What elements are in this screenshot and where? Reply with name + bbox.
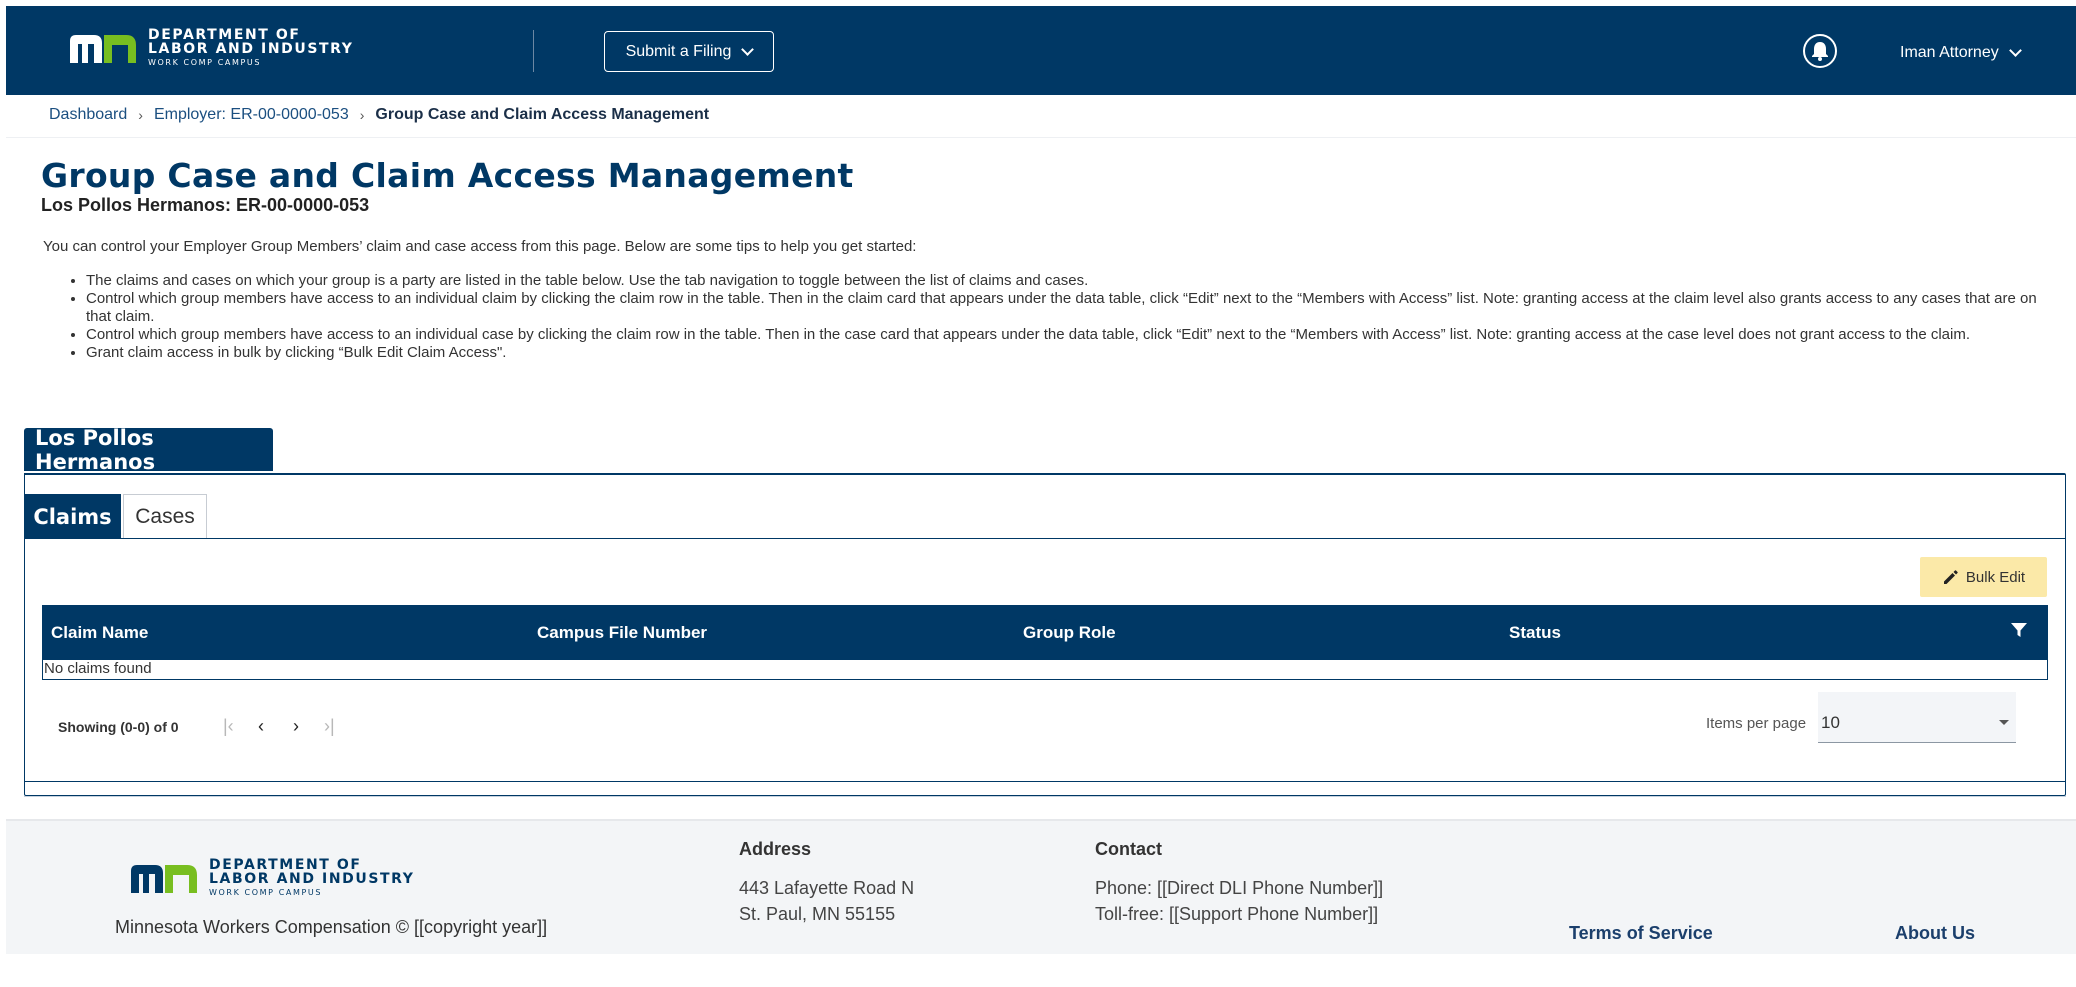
- last-page-icon[interactable]: ›|: [324, 716, 335, 737]
- items-per-page-select[interactable]: 10: [1818, 692, 2016, 743]
- logo-line-1: DEPARTMENT OF: [148, 27, 301, 43]
- submit-filing-dropdown[interactable]: Submit a Filing: [604, 31, 774, 72]
- breadcrumb-dashboard[interactable]: Dashboard: [49, 106, 127, 124]
- mn-logo-icon: [70, 34, 136, 63]
- user-name: Iman Attorney: [1900, 44, 1999, 61]
- breadcrumb-employer[interactable]: Employer: ER-00-0000-053: [154, 106, 349, 124]
- copyright-text: Minnesota Workers Compensation © [[copyr…: [115, 917, 548, 937]
- chevron-down-icon: [2008, 44, 2022, 57]
- footer-logo-line-3: WORK COMP CAMPUS: [209, 888, 323, 897]
- notifications-bell-icon[interactable]: [1803, 34, 1837, 68]
- footer-logo-line-1: DEPARTMENT OF: [209, 857, 362, 873]
- filter-icon[interactable]: [2009, 620, 2029, 640]
- tab-claims[interactable]: Claims: [24, 494, 121, 539]
- pagination-summary: Showing (0-0) of 0: [58, 719, 179, 735]
- breadcrumb-divider: [6, 137, 2076, 138]
- header-divider: [533, 30, 534, 72]
- column-header-campus-file-number[interactable]: Campus File Number: [537, 623, 707, 643]
- next-page-icon[interactable]: ›: [293, 716, 299, 737]
- tip-item: Control which group members have access …: [86, 290, 2041, 326]
- breadcrumb: Dashboard › Employer: ER-00-0000-053 › G…: [49, 106, 709, 124]
- logo-line-2: LABOR AND INDUSTRY: [148, 41, 354, 57]
- intro-text: You can control your Employer Group Memb…: [43, 238, 917, 255]
- top-navigation-bar: DEPARTMENT OF LABOR AND INDUSTRY WORK CO…: [6, 6, 2076, 95]
- previous-page-icon[interactable]: ‹: [258, 716, 264, 737]
- column-header-status[interactable]: Status: [1509, 623, 1561, 643]
- group-name-tab: Los Pollos Hermanos: [24, 426, 273, 474]
- footer-logo-line-2: LABOR AND INDUSTRY: [209, 871, 415, 887]
- about-us-link[interactable]: About Us: [1895, 923, 1975, 944]
- contact-heading: Contact: [1095, 839, 1162, 859]
- submit-filing-label: Submit a Filing: [625, 42, 732, 60]
- logo-line-3: WORK COMP CAMPUS: [148, 58, 262, 67]
- user-menu[interactable]: Iman Attorney: [1900, 44, 2022, 62]
- address-heading: Address: [739, 839, 812, 859]
- claims-table-empty-row: No claims found: [42, 660, 2048, 680]
- tip-item: Control which group members have access …: [86, 326, 2041, 344]
- tip-item: The claims and cases on which your group…: [86, 272, 2041, 290]
- page-subtitle: Los Pollos Hermanos: ER-00-0000-053: [41, 195, 370, 215]
- mn-logo-icon: [131, 864, 197, 893]
- chevron-down-icon: [741, 42, 755, 56]
- dli-logo[interactable]: DEPARTMENT OF LABOR AND INDUSTRY WORK CO…: [68, 28, 354, 67]
- tip-item: Grant claim access in bulk by clicking “…: [86, 344, 2041, 362]
- contact-toll-free: Toll-free: [[Support Phone Number]]: [1095, 904, 1379, 924]
- breadcrumb-separator-icon: ›: [359, 107, 365, 123]
- breadcrumb-current: Group Case and Claim Access Management: [375, 106, 710, 123]
- caret-down-icon: [1999, 720, 2009, 725]
- terms-of-service-link[interactable]: Terms of Service: [1569, 923, 1713, 944]
- items-per-page-label: Items per page: [1706, 715, 1807, 732]
- breadcrumb-separator-icon: ›: [138, 107, 143, 123]
- footer-bottom-space: [6, 954, 2076, 987]
- address-line: 443 Lafayette Road N: [739, 878, 915, 898]
- page-title: Group Case and Claim Access Management: [41, 156, 854, 195]
- address-line: St. Paul, MN 55155: [739, 904, 896, 924]
- tab-cases[interactable]: Cases: [123, 494, 207, 539]
- first-page-icon[interactable]: |‹: [223, 716, 234, 737]
- bulk-edit-button[interactable]: Bulk Edit: [1920, 557, 2047, 597]
- claims-table-header: Claim Name Campus File Number Group Role…: [42, 605, 2048, 660]
- pencil-icon: [1943, 570, 1958, 584]
- bulk-edit-label: Bulk Edit: [1965, 568, 2026, 586]
- column-header-claim-name[interactable]: Claim Name: [51, 623, 148, 643]
- contact-phone: Phone: [[Direct DLI Phone Number]]: [1095, 878, 1384, 898]
- items-per-page-value: 10: [1821, 713, 1840, 732]
- column-header-group-role[interactable]: Group Role: [1023, 623, 1116, 643]
- bell-icon: [1812, 42, 1828, 61]
- footer-dli-logo: DEPARTMENT OF LABOR AND INDUSTRY WORK CO…: [129, 858, 415, 897]
- tips-list: The claims and cases on which your group…: [86, 272, 2041, 362]
- app-window: DEPARTMENT OF LABOR AND INDUSTRY WORK CO…: [6, 6, 2076, 987]
